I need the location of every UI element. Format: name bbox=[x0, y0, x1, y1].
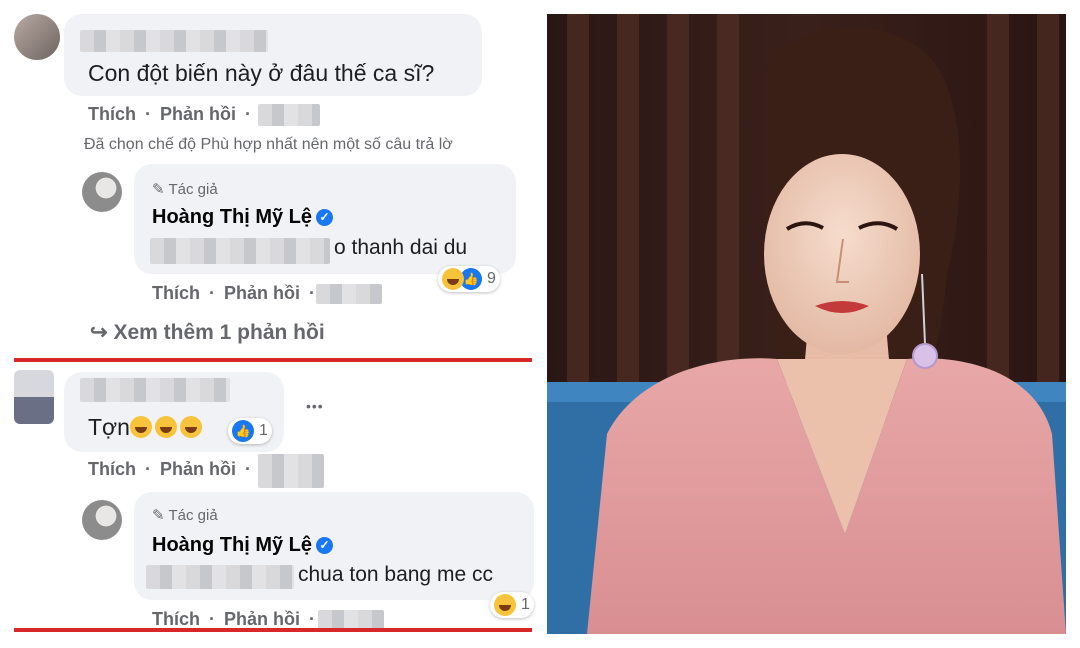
haha-emoji-icon bbox=[442, 268, 464, 290]
laughing-emoji-icon bbox=[179, 416, 202, 438]
separator-dot: · bbox=[309, 609, 316, 629]
separator-dot: · bbox=[309, 283, 316, 303]
more-options-icon[interactable]: ••• bbox=[306, 398, 324, 414]
reply-text: chua ton bang me cc bbox=[298, 563, 493, 586]
separator-dot: · bbox=[145, 459, 152, 479]
sort-notice: Đã chọn chế độ Phù hợp nhất nên một số c… bbox=[84, 136, 453, 153]
blurred-reply-text bbox=[150, 238, 330, 264]
pencil-icon: ✎ bbox=[152, 181, 165, 198]
author-avatar[interactable] bbox=[82, 500, 122, 540]
view-more-label[interactable]: Xem thêm 1 phản hồi bbox=[113, 321, 324, 344]
comment-text-content: Tợn bbox=[88, 414, 130, 440]
commenter-avatar[interactable] bbox=[14, 370, 54, 424]
author-tag-label: Tác giả bbox=[168, 507, 218, 524]
laughing-emoji-icon bbox=[154, 416, 177, 438]
separator-dot: · bbox=[209, 609, 216, 629]
reply-text: o thanh dai du bbox=[334, 236, 468, 259]
blurred-timestamp bbox=[258, 454, 324, 488]
author-badge: ✎ Tác giả bbox=[152, 506, 218, 524]
reply-arrow-icon: ↪ bbox=[90, 321, 108, 344]
reply-link[interactable]: Phản hồi bbox=[224, 609, 300, 629]
author-name[interactable]: Hoàng Thị Mỹ Lệ ✓ bbox=[152, 206, 333, 229]
reply-link[interactable]: Phản hồi bbox=[160, 459, 236, 479]
comment-actions: Thích · Phản hồi · bbox=[88, 104, 255, 125]
blurred-commenter-name[interactable] bbox=[80, 378, 230, 402]
separator-dot: · bbox=[145, 104, 152, 124]
author-avatar[interactable] bbox=[82, 172, 122, 212]
facebook-comments-screenshot: Con đột biến này ở đâu thế ca sĩ? Thích … bbox=[0, 0, 540, 648]
reaction-count: 1 bbox=[521, 596, 530, 613]
comment-text: Tợn bbox=[88, 414, 202, 441]
author-name-text[interactable]: Hoàng Thị Mỹ Lệ bbox=[152, 206, 312, 228]
reply-link[interactable]: Phản hồi bbox=[160, 104, 236, 124]
commenter-avatar[interactable] bbox=[14, 14, 60, 60]
reaction-count: 1 bbox=[259, 422, 268, 439]
like-link[interactable]: Thích bbox=[152, 283, 200, 303]
red-divider bbox=[14, 628, 532, 632]
like-link[interactable]: Thích bbox=[152, 609, 200, 629]
separator-dot: · bbox=[209, 283, 216, 303]
portrait-illustration bbox=[547, 14, 1066, 634]
reply-link[interactable]: Phản hồi bbox=[224, 283, 300, 303]
blurred-timestamp bbox=[318, 610, 384, 630]
reply-actions: Thích · Phản hồi · bbox=[152, 609, 319, 630]
comment-text: Con đột biến này ở đâu thế ca sĩ? bbox=[88, 60, 435, 86]
like-link[interactable]: Thích bbox=[88, 459, 136, 479]
comment-actions: Thích · Phản hồi · bbox=[88, 459, 255, 480]
author-badge: ✎ Tác giả bbox=[152, 180, 218, 198]
laughing-emoji-icon bbox=[129, 416, 152, 438]
verified-badge-icon: ✓ bbox=[316, 537, 333, 554]
author-name-text[interactable]: Hoàng Thị Mỹ Lệ bbox=[152, 534, 312, 556]
reaction-summary[interactable]: 1 bbox=[490, 592, 534, 618]
view-more-replies[interactable]: ↪ Xem thêm 1 phản hồi bbox=[90, 320, 325, 345]
verified-badge-icon: ✓ bbox=[316, 209, 333, 226]
singer-portrait-photo bbox=[547, 14, 1066, 634]
reply-actions: Thích · Phản hồi · bbox=[152, 283, 319, 304]
like-link[interactable]: Thích bbox=[88, 104, 136, 124]
blurred-timestamp bbox=[258, 104, 320, 126]
blurred-commenter-name[interactable] bbox=[80, 30, 268, 52]
pencil-icon: ✎ bbox=[152, 507, 165, 524]
red-divider bbox=[14, 358, 532, 362]
separator-dot: · bbox=[245, 104, 252, 124]
reaction-summary[interactable]: 👍 9 bbox=[438, 266, 500, 292]
like-reaction-icon: 👍 bbox=[232, 420, 254, 442]
haha-emoji-icon bbox=[494, 594, 516, 616]
reaction-count: 9 bbox=[487, 270, 496, 287]
author-tag-label: Tác giả bbox=[168, 181, 218, 198]
reaction-summary[interactable]: 👍 1 bbox=[228, 418, 272, 444]
blurred-timestamp bbox=[316, 284, 382, 304]
separator-dot: · bbox=[245, 459, 252, 479]
blurred-reply-text bbox=[146, 565, 294, 589]
author-name[interactable]: Hoàng Thị Mỹ Lệ ✓ bbox=[152, 534, 333, 557]
